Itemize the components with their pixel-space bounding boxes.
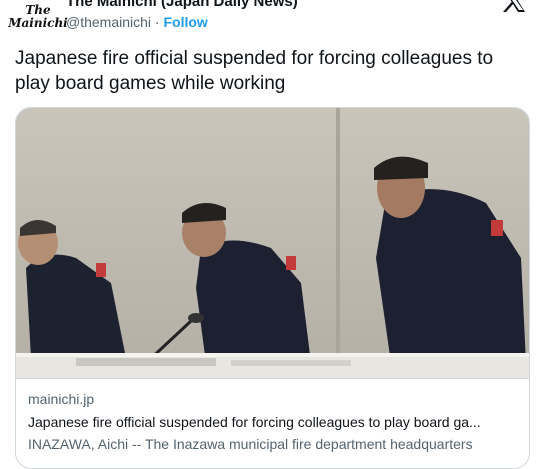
handle[interactable]: @themainichi [66,14,151,30]
avatar[interactable]: The Mainichi [8,0,68,38]
avatar-text-line1: The [25,2,51,17]
avatar-text-line2: Mainichi [8,15,68,30]
link-card[interactable]: mainichi.jp Japanese fire official suspe… [15,107,530,469]
separator: · [151,14,164,30]
handle-row: @themainichi · Follow [66,14,208,30]
card-title[interactable]: Japanese fire official suspended for for… [28,414,518,430]
card-domain: mainichi.jp [28,391,95,407]
post-text: Japanese fire official suspended for for… [15,48,494,94]
post-header: The Mainichi The Mainichi (Japan Daily N… [0,0,540,44]
follow-button[interactable]: Follow [163,14,207,30]
x-logo-icon[interactable] [500,0,528,14]
news-photo[interactable] [16,108,529,378]
card-meta: mainichi.jp Japanese fire official suspe… [16,378,529,452]
display-name[interactable]: The Mainichi (Japan Daily News) [66,0,298,10]
